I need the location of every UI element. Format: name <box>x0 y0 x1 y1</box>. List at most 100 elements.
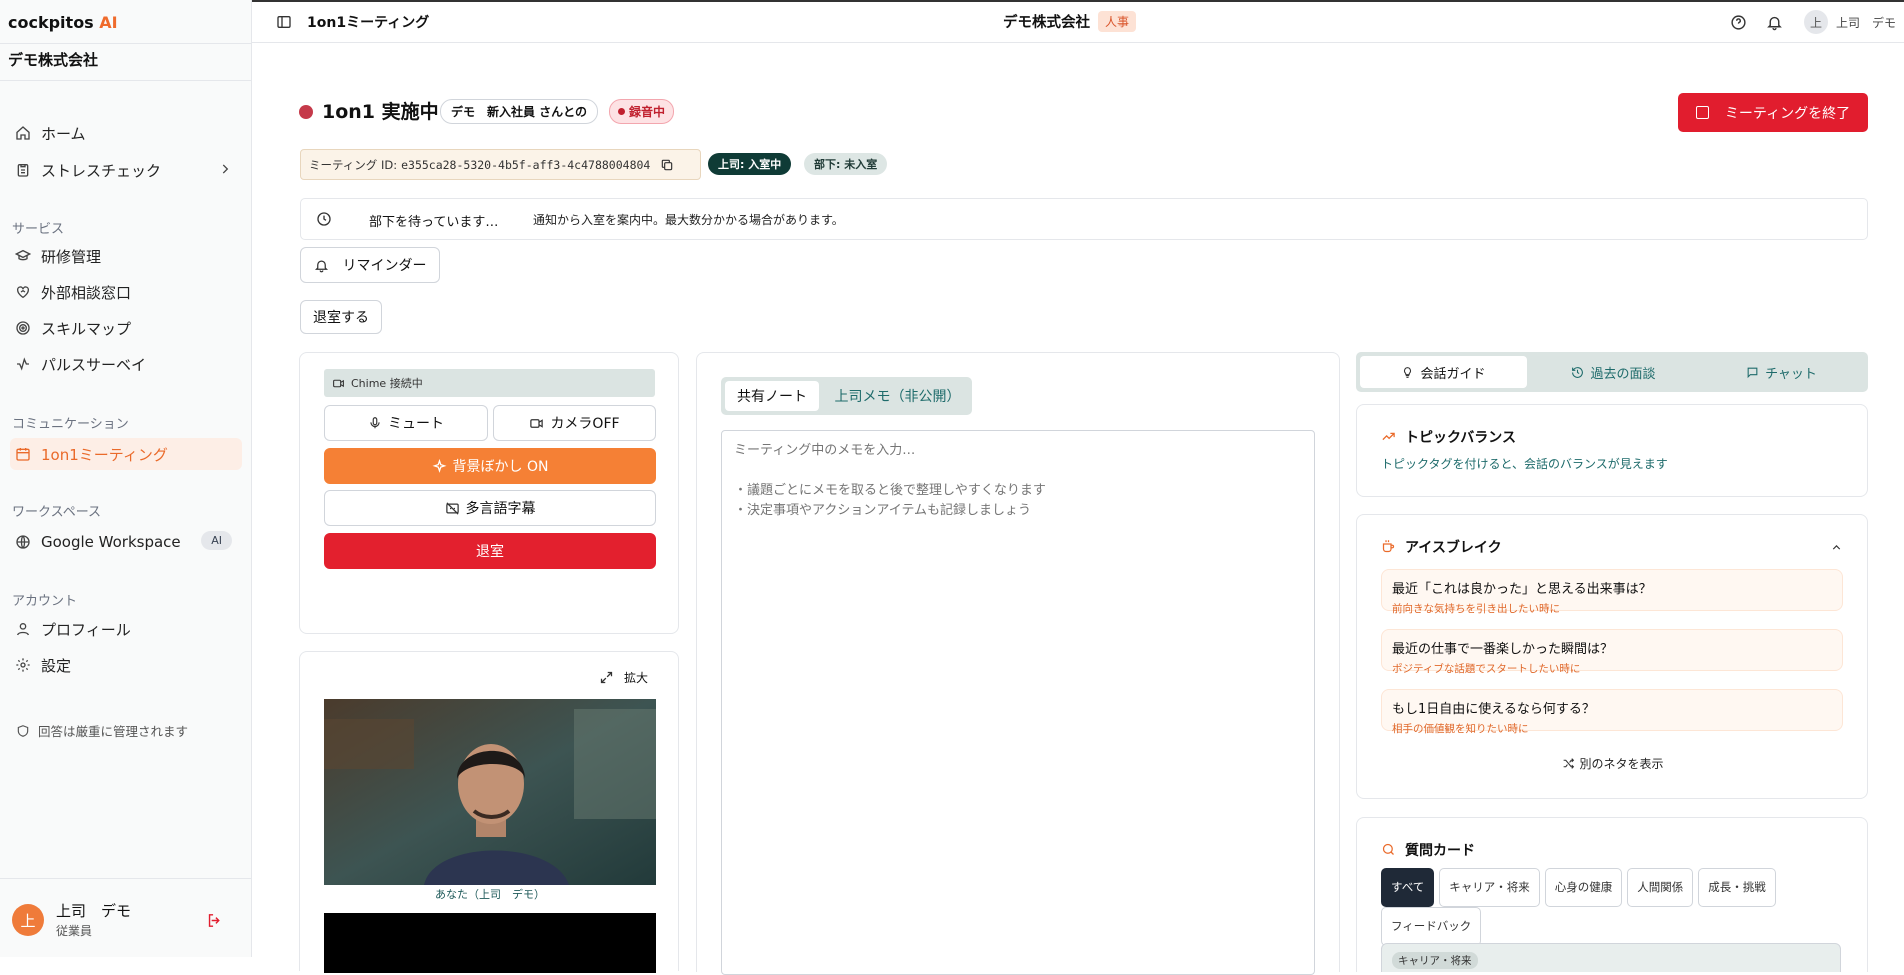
question-card-title: 質問カード <box>1405 843 1475 859</box>
question-card-tag: キャリア・将来 <box>1392 952 1478 969</box>
notes-input[interactable] <box>721 430 1315 975</box>
chevron-up-icon[interactable] <box>1830 541 1843 554</box>
sidebar: cockpitos AI デモ株式会社 ホーム ストレスチェック サービス 研修… <box>0 0 252 957</box>
shield-icon <box>16 724 30 738</box>
avatar[interactable]: 上 <box>12 904 44 936</box>
recording-badge: 録音中 <box>609 99 675 124</box>
page-title: 1on1ミーティング <box>307 15 430 31</box>
sidebar-toggle-icon[interactable] <box>276 14 292 30</box>
app-logo[interactable]: cockpitos AI <box>8 13 118 32</box>
sidebar-item-settings[interactable]: 設定 <box>10 649 242 681</box>
user-menu[interactable]: 上 上司 デモ <box>1804 10 1896 34</box>
copy-icon[interactable] <box>660 158 674 172</box>
user-icon <box>14 621 31 638</box>
meeting-id-box: ミーティング ID: e355ca28-5320-4b5f-aff3-4c478… <box>300 149 701 180</box>
live-dot <box>299 105 313 119</box>
question-card[interactable]: キャリア・将来 <box>1381 943 1841 972</box>
topbar-company: デモ株式会社 <box>1003 15 1090 31</box>
captions-off-icon <box>445 501 460 516</box>
guide-tabs: 会話ガイド 過去の面談 チャット <box>1356 352 1868 392</box>
icebreak-card: アイスブレイク 最近「これは良かった」と思える出来事は？ 前向きな気持ちを引き出… <box>1356 514 1868 799</box>
section-services: サービス <box>12 222 65 237</box>
video-card: 拡大 あなた（上司 デモ） <box>299 651 679 973</box>
tag-all[interactable]: すべて <box>1381 868 1435 907</box>
topbar: 1on1ミーティング デモ株式会社 人事 上 上司 デモ <box>252 0 1904 43</box>
tab-chat[interactable]: チャット <box>1698 356 1865 388</box>
video-icon <box>529 416 544 431</box>
reminder-button[interactable]: リマインダー <box>300 247 440 283</box>
sidebar-item-profile[interactable]: プロフィール <box>10 613 242 645</box>
chevron-right-icon[interactable] <box>218 162 232 176</box>
expand-button[interactable]: 拡大 <box>599 669 648 686</box>
stop-icon <box>1695 106 1709 119</box>
main: 1on1 実施中 デモ 新入社員 さんとの 録音中 ミーティングを終了 ミーティ… <box>252 43 1904 975</box>
tag-health[interactable]: 心身の健康 <box>1544 868 1623 907</box>
leave-button[interactable]: 退室 <box>324 533 656 569</box>
topic-balance-desc: トピックタグを付けると、会話のバランスが見えます <box>1381 457 1668 471</box>
activity-icon <box>14 356 31 373</box>
tab-conversation-guide[interactable]: 会話ガイド <box>1360 356 1527 388</box>
shuffle-button[interactable]: 別のネタを表示 <box>1357 755 1869 772</box>
sidebar-item-home[interactable]: ホーム <box>10 117 242 149</box>
remote-video <box>324 913 656 973</box>
sidebar-item-skillmap[interactable]: スキルマップ <box>10 312 242 344</box>
expand-icon <box>599 670 614 685</box>
notes-tabs: 共有ノート 上司メモ（非公開） <box>721 377 972 415</box>
clipboard-icon <box>14 162 31 179</box>
sidebar-item-stress-check[interactable]: ストレスチェック <box>10 154 242 186</box>
blur-toggle-button[interactable]: 背景ぼかし ON <box>324 448 656 484</box>
tab-past-meetings[interactable]: 過去の面談 <box>1530 356 1697 388</box>
mute-button[interactable]: ミュート <box>324 405 488 441</box>
sidebar-item-pulse[interactable]: パルスサーベイ <box>10 348 242 380</box>
target-icon <box>14 320 31 337</box>
boss-status-badge: 上司: 入室中 <box>708 153 792 175</box>
logout-icon[interactable] <box>206 912 223 929</box>
waiting-text: 部下を待っています… <box>369 215 499 230</box>
user-footer: 上 上司 デモ 従業員 <box>0 878 252 957</box>
meeting-title: 1on1 実施中 <box>322 101 439 123</box>
user-role: 従業員 <box>56 924 93 938</box>
bell-icon <box>314 258 329 273</box>
sidebar-item-1on1[interactable]: 1on1ミーティング <box>10 438 242 470</box>
leave-room-button[interactable]: 退室する <box>300 300 382 334</box>
sidebar-item-consult[interactable]: 外部相談窓口 <box>10 276 242 308</box>
tab-private-memo[interactable]: 上司メモ（非公開） <box>825 381 970 411</box>
tag-career[interactable]: キャリア・将来 <box>1439 868 1540 907</box>
help-icon[interactable] <box>1730 14 1747 31</box>
camera-off-button[interactable]: カメラOFF <box>493 405 656 441</box>
end-meeting-button[interactable]: ミーティングを終了 <box>1678 93 1868 132</box>
tag-growth[interactable]: 成長・挑戦 <box>1698 868 1776 907</box>
tab-shared-note[interactable]: 共有ノート <box>725 381 819 411</box>
tag-relationships[interactable]: 人間関係 <box>1627 868 1694 907</box>
section-account: アカウント <box>12 594 78 609</box>
graduation-cap-icon <box>14 248 31 265</box>
topic-balance-card: トピックバランス トピックタグを付けると、会話のバランスが見えます <box>1356 404 1868 497</box>
topic-balance-title: トピックバランス <box>1405 430 1517 446</box>
section-communication: コミュニケーション <box>12 417 129 432</box>
company-name: デモ株式会社 <box>8 51 99 69</box>
heart-handshake-icon <box>14 284 31 301</box>
captions-button[interactable]: 多言語字幕 <box>324 490 656 526</box>
privacy-note: 回答は厳重に管理されます <box>16 721 188 740</box>
icebreak-item[interactable]: 最近の仕事で一番楽しかった瞬間は？ ポジティブな話題でスタートしたい時に <box>1381 629 1843 675</box>
notes-card: 共有ノート 上司メモ（非公開） <box>696 352 1340 975</box>
self-video-caption: あなた（上司 デモ） <box>435 888 545 901</box>
sidebar-item-training[interactable]: 研修管理 <box>10 240 242 272</box>
sidebar-item-google-workspace[interactable]: Google Workspace AI <box>10 526 242 558</box>
coffee-icon <box>1381 539 1396 554</box>
dept-badge: 人事 <box>1098 11 1137 32</box>
tag-feedback[interactable]: フィードバック <box>1381 907 1482 946</box>
icebreak-item[interactable]: 最近「これは良かった」と思える出来事は？ 前向きな気持ちを引き出したい時に <box>1381 569 1843 615</box>
icebreak-item[interactable]: もし1日自由に使えるなら何する？ 相手の価値観を知りたい時に <box>1381 689 1843 735</box>
ai-badge: AI <box>201 531 232 550</box>
gear-icon <box>14 657 31 674</box>
topbar-avatar: 上 <box>1804 10 1828 34</box>
sub-status-badge: 部下: 未入室 <box>804 153 888 175</box>
home-icon <box>14 125 31 142</box>
question-card-panel: 質問カード すべて キャリア・将来 心身の健康 人間関係 成長・挑戦フィードバック キャ… <box>1356 817 1868 972</box>
trending-up-icon <box>1381 429 1396 444</box>
sparkles-icon <box>432 458 447 474</box>
partner-badge: デモ 新入社員 さんとの <box>440 99 599 124</box>
bell-icon[interactable] <box>1766 14 1783 31</box>
clock-icon <box>316 211 332 227</box>
